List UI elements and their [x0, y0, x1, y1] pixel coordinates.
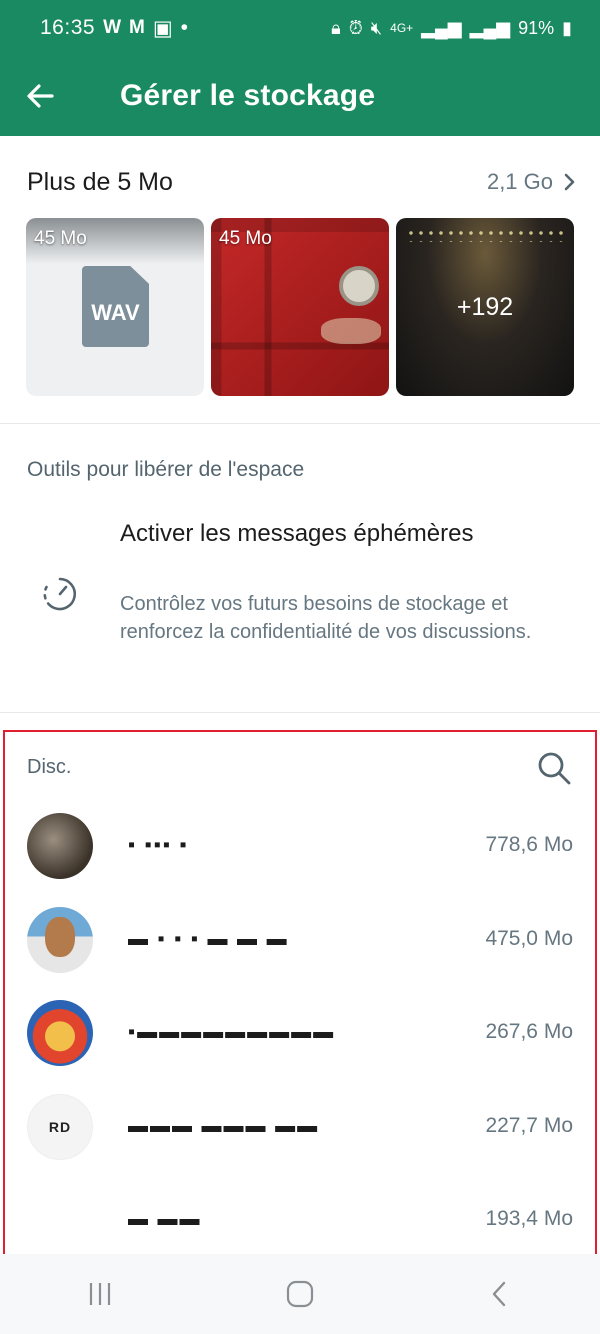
lock-icon: 🔒︎: [331, 17, 341, 38]
signal-icon: ▂▄▆: [421, 17, 462, 38]
chat-name: ▪ ▪▪▪ ▪: [128, 834, 189, 856]
media-thumbnail-photo[interactable]: 45 Mo: [211, 218, 389, 396]
chat-size: 475,0 Mo: [485, 927, 573, 950]
home-button[interactable]: [270, 1264, 330, 1324]
audio-file-icon: WAV: [82, 266, 149, 347]
media-size-badge: 45 Mo: [34, 228, 87, 249]
gmail-icon: M: [129, 17, 145, 38]
tool-disappearing-messages[interactable]: Activer les messages éphémères Contrôlez…: [0, 510, 600, 680]
chat-name: ▬▬▬ ▬▬▬ ▬▬: [128, 1115, 320, 1137]
large-files-label: Plus de 5 Mo: [27, 167, 173, 196]
chat-size: 267,6 Mo: [485, 1020, 573, 1043]
chat-size: 227,7 Mo: [485, 1114, 573, 1137]
network-type: 4G+: [390, 21, 414, 35]
tool-description: Contrôlez vos futurs besoins de stockage…: [120, 593, 532, 643]
more-count: +192: [456, 292, 514, 321]
recent-apps-icon: [89, 1283, 111, 1305]
page-title: Gérer le stockage: [120, 79, 376, 112]
recent-apps-button[interactable]: [70, 1264, 130, 1324]
gallery-icon: ▣: [152, 16, 173, 40]
chat-name: ▬ ▬▬: [128, 1208, 202, 1230]
system-back-button[interactable]: [470, 1264, 530, 1324]
divider: [0, 712, 600, 713]
alarm-icon: ⏰︎: [348, 17, 363, 38]
back-button[interactable]: [0, 56, 80, 136]
avatar: [27, 1000, 93, 1066]
avatar: [27, 1187, 93, 1253]
tools-section-title: Outils pour libérer de l'espace: [27, 458, 305, 481]
photo-detail: [339, 266, 379, 306]
chevron-right-icon: [564, 173, 575, 191]
chat-name: ▪▬▬▬▬▬▬▬▬▬: [128, 1021, 336, 1043]
file-extension: WAV: [91, 300, 140, 325]
chat-size: 778,6 Mo: [485, 833, 573, 856]
timer-icon: [43, 577, 76, 611]
media-thumbnail-wav[interactable]: 45 Mo WAV: [26, 218, 204, 396]
dot-icon: •: [180, 16, 189, 39]
battery-icon: ▮: [562, 17, 572, 38]
home-icon: [286, 1280, 314, 1308]
media-size-badge: 45 Mo: [219, 228, 272, 249]
chat-name: ▬ ▪ ▪ ▪ ▬ ▬ ▬: [128, 928, 289, 950]
chat-row[interactable]: ▬ ▪ ▪ ▪ ▬ ▬ ▬ 475,0 Mo: [0, 907, 600, 999]
chat-size: 193,4 Mo: [485, 1207, 573, 1230]
large-files-total-value: 2,1 Go: [486, 169, 553, 194]
tool-name: Activer les messages éphémères: [120, 520, 474, 547]
search-button[interactable]: [534, 748, 574, 788]
signal-icon-2: ▂▄▆: [469, 17, 511, 38]
chats-section-title: Disc.: [27, 756, 72, 778]
status-time: 16:35: [40, 16, 96, 39]
chat-row[interactable]: ▪ ▪▪▪ ▪ 778,6 Mo: [0, 813, 600, 905]
avatar-text: RD: [48, 1119, 72, 1135]
system-nav-bar: [0, 1254, 600, 1334]
divider: [0, 423, 600, 424]
large-files-total: 2,1 Go: [487, 169, 577, 195]
large-files-thumbnails: 45 Mo WAV 45 Mo +192: [26, 218, 574, 396]
media-thumbnail-more[interactable]: +192: [396, 218, 574, 396]
photo-detail-2: [321, 318, 381, 344]
status-bar: 16:35 W M ▣ • 🔒︎ ⏰︎ 🔇︎ 4G+ ▂▄▆ ▂▄▆ 91% ▮: [0, 0, 600, 56]
app-bar: Gérer le stockage: [0, 56, 600, 136]
chat-row[interactable]: RD ▬▬▬ ▬▬▬ ▬▬ 227,7 Mo: [0, 1094, 600, 1186]
arrow-left-icon: [27, 84, 54, 108]
avatar: [27, 907, 93, 973]
search-icon: [538, 752, 571, 785]
mute-icon: 🔇︎: [370, 17, 383, 38]
large-files-header[interactable]: Plus de 5 Mo 2,1 Go: [27, 160, 577, 204]
chat-row[interactable]: ▪▬▬▬▬▬▬▬▬▬ 267,6 Mo: [0, 1000, 600, 1092]
battery-percent: 91%: [518, 17, 555, 38]
app-notification-icon: W: [103, 17, 121, 38]
avatar: RD: [27, 1094, 93, 1160]
avatar: [27, 813, 93, 879]
chevron-left-icon: [492, 1281, 506, 1307]
